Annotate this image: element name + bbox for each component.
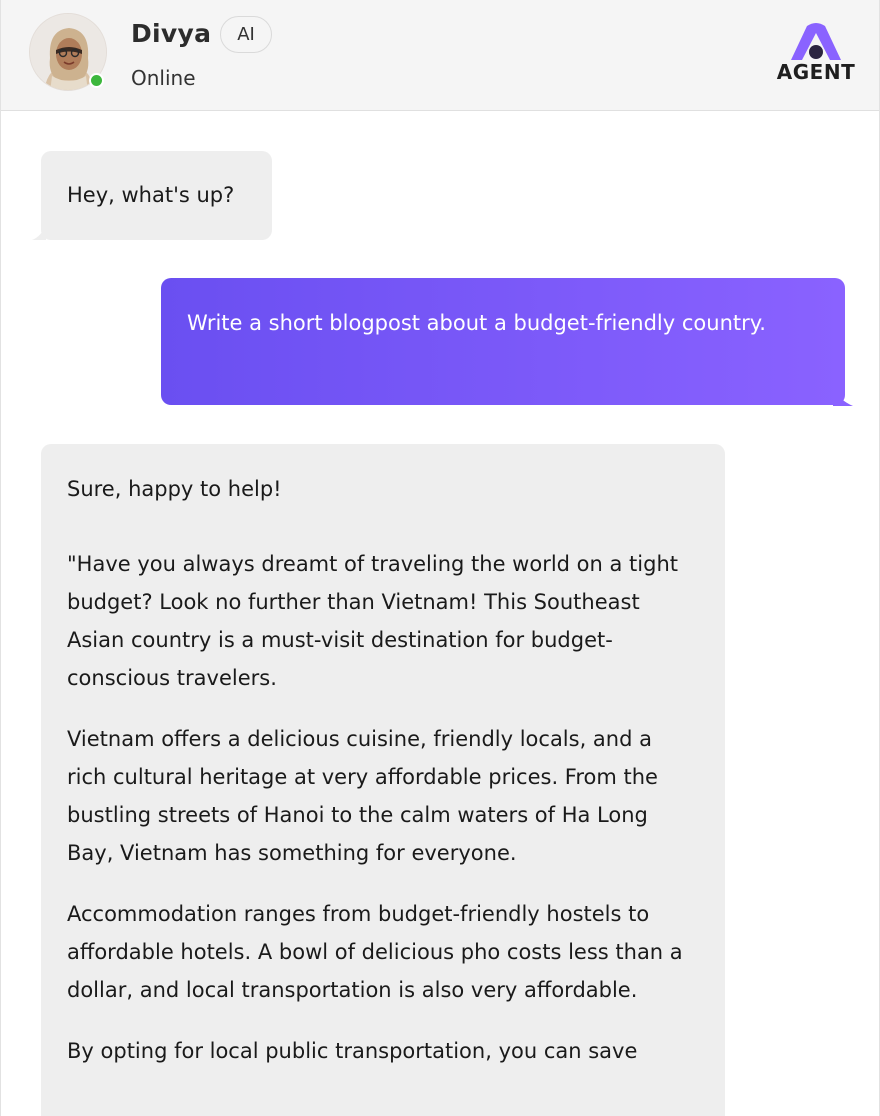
message-bubble-incoming: Hey, what's up? [41,151,272,240]
agent-logo: AGENT [771,22,861,86]
chat-window: Divya AI Online AGENT Hey, what's up? Wr… [0,0,880,1116]
message-text: Hey, what's up? [67,183,235,207]
message-text: Write a short blogpost about a budget-fr… [187,311,766,335]
message-bubble-outgoing: Write a short blogpost about a budget-fr… [161,278,845,405]
message-paragraph: By opting for local public transportatio… [67,1039,638,1063]
message-paragraph: Vietnam offers a delicious cuisine, frie… [67,727,658,865]
agent-logo-text: AGENT [776,60,856,84]
message-paragraph: Accommodation ranges from budget-friendl… [67,902,683,1002]
contact-status: Online [131,66,196,90]
message-bubble-incoming: Sure, happy to help! "Have you always dr… [41,444,725,1116]
agent-logo-icon [791,23,841,60]
contact-name: Divya [131,19,212,48]
ai-badge: AI [220,16,272,53]
chat-header: Divya AI Online AGENT [1,0,879,111]
message-paragraph: "Have you always dreamt of traveling the… [67,552,678,690]
online-status-dot [89,73,104,88]
message-paragraph: Sure, happy to help! [67,477,282,501]
